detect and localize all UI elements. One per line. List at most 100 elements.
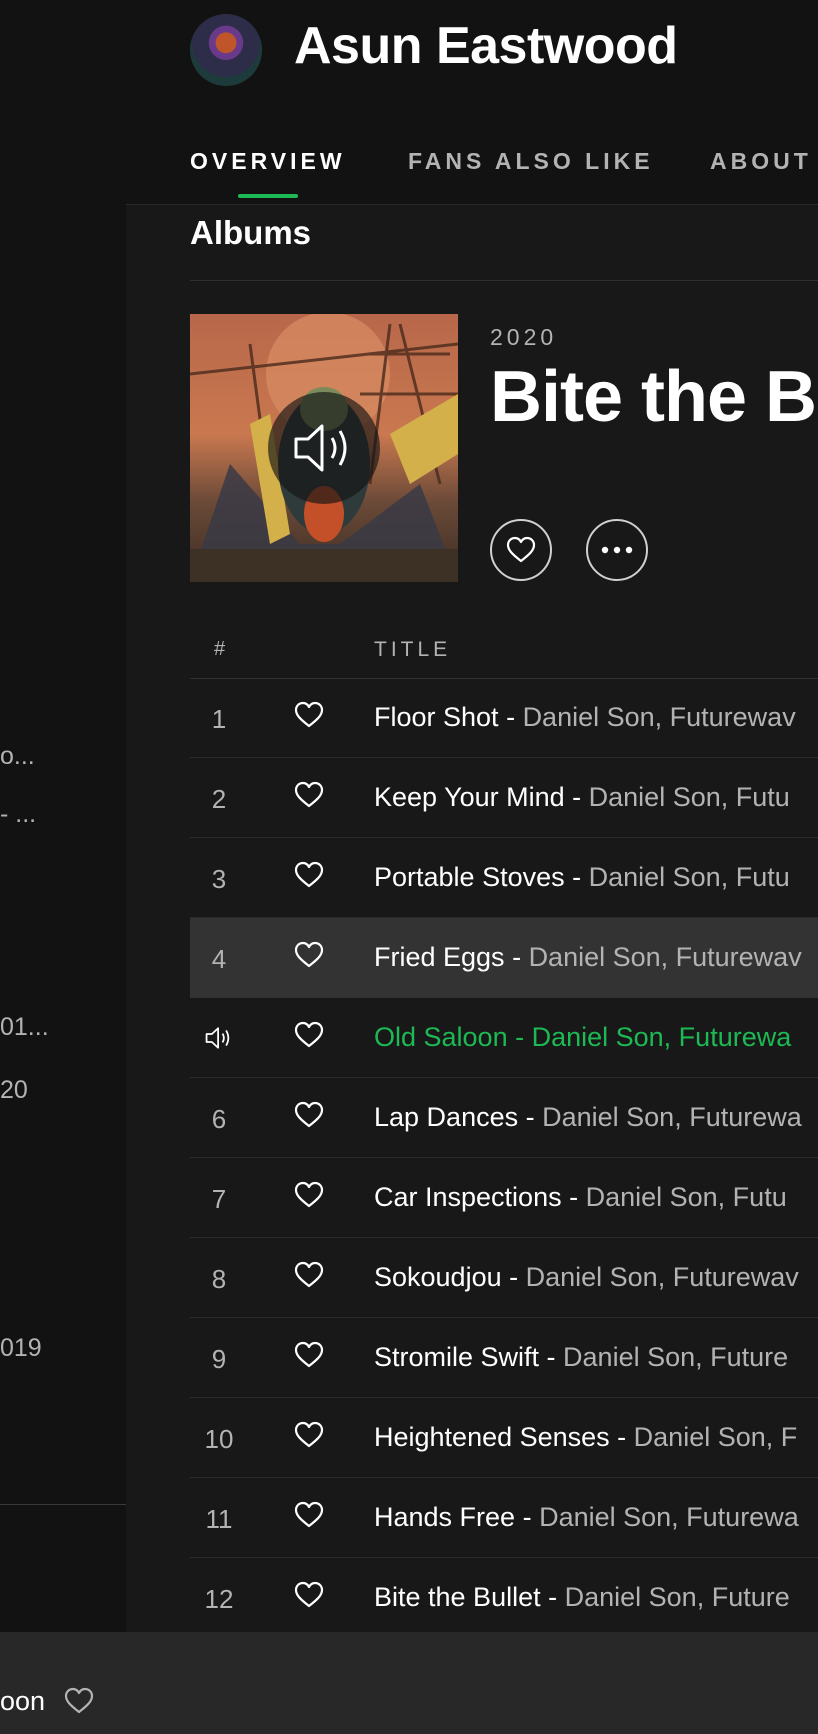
track-number: 11 xyxy=(205,1504,233,1534)
track-name[interactable]: Floor Shot xyxy=(374,702,499,732)
heart-icon[interactable] xyxy=(294,780,324,810)
title-separator: - xyxy=(540,1582,565,1612)
track-number: 2 xyxy=(211,784,227,814)
sidebar-item-label: 019 xyxy=(0,1334,42,1362)
heart-icon[interactable] xyxy=(294,1100,324,1130)
track-number: 7 xyxy=(211,1184,227,1214)
track-artists[interactable]: Daniel Son, Future xyxy=(565,1582,790,1612)
track-title-line: Hands Free - Daniel Son, Futurewa xyxy=(374,1502,799,1533)
track-row[interactable]: Old Saloon - Daniel Son, Futurewa xyxy=(190,998,818,1078)
player-bar xyxy=(0,1632,818,1734)
track-title-line: Heightened Senses - Daniel Son, F xyxy=(374,1422,797,1453)
track-artists[interactable]: Daniel Son, Futurewav xyxy=(523,702,796,732)
title-separator: - xyxy=(498,702,523,732)
heart-icon[interactable] xyxy=(294,1260,324,1290)
heart-icon[interactable] xyxy=(294,860,324,890)
track-name[interactable]: Car Inspections xyxy=(374,1182,562,1212)
heart-icon[interactable] xyxy=(64,1686,94,1716)
track-title-line: Keep Your Mind - Daniel Son, Futu xyxy=(374,782,790,813)
tab-fans-also-like[interactable]: FANS ALSO LIKE xyxy=(408,148,654,175)
track-name[interactable]: Stromile Swift xyxy=(374,1342,539,1372)
title-separator: - xyxy=(515,1502,540,1532)
track-row[interactable]: 8 Sokoudjou - Daniel Son, Futurewav xyxy=(190,1238,818,1318)
album-title[interactable]: Bite the Bu xyxy=(490,356,818,438)
track-name[interactable]: Heightened Senses xyxy=(374,1422,610,1452)
track-number: 1 xyxy=(211,704,227,734)
heart-icon[interactable] xyxy=(294,1500,324,1530)
active-tab-indicator xyxy=(238,194,298,198)
track-title-line: Sokoudjou - Daniel Son, Futurewav xyxy=(374,1262,799,1293)
track-name[interactable]: Old Saloon xyxy=(374,1022,508,1052)
more-dots-icon xyxy=(601,546,633,554)
track-row[interactable]: 6 Lap Dances - Daniel Son, Futurewa xyxy=(190,1078,818,1158)
sidebar-item[interactable]: - ... xyxy=(0,800,120,829)
track-title-line: Lap Dances - Daniel Son, Futurewa xyxy=(374,1102,802,1133)
now-playing-icon xyxy=(190,1024,248,1057)
track-name[interactable]: Sokoudjou xyxy=(374,1262,502,1292)
track-artists[interactable]: Daniel Son, Futurewa xyxy=(542,1102,802,1132)
track-artists[interactable]: Daniel Son, Futurewav xyxy=(526,1262,799,1292)
track-number: 10 xyxy=(204,1424,234,1454)
album-year: 2020 xyxy=(490,324,558,350)
sidebar-divider xyxy=(0,1504,126,1505)
track-name[interactable]: Keep Your Mind xyxy=(374,782,565,812)
track-row[interactable]: 1 Floor Shot - Daniel Son, Futurewav xyxy=(190,678,818,758)
tab-overview[interactable]: OVERVIEW xyxy=(190,148,346,175)
artist-avatar[interactable] xyxy=(190,14,262,86)
title-separator: - xyxy=(518,1102,543,1132)
speaker-icon xyxy=(294,424,347,472)
sidebar-item-label: 20 xyxy=(0,1076,28,1104)
sidebar-item[interactable]: 01... xyxy=(0,1013,120,1042)
track-number: 4 xyxy=(211,944,227,974)
header-divider xyxy=(126,204,818,205)
track-number: 12 xyxy=(204,1584,234,1614)
track-name[interactable]: Portable Stoves xyxy=(374,862,565,892)
track-name[interactable]: Hands Free xyxy=(374,1502,515,1532)
artist-header: Asun Eastwood OVERVIEW FANS ALSO LIKE AB… xyxy=(126,0,818,205)
track-title-line: Portable Stoves - Daniel Son, Futu xyxy=(374,862,790,893)
heart-icon[interactable] xyxy=(294,1340,324,1370)
track-name[interactable]: Bite the Bullet xyxy=(374,1582,541,1612)
heart-icon[interactable] xyxy=(294,1420,324,1450)
track-row[interactable]: 12 Bite the Bullet - Daniel Son, Future xyxy=(190,1558,818,1632)
sidebar-item[interactable]: 20 xyxy=(0,1076,120,1105)
track-row[interactable]: 7 Car Inspections - Daniel Son, Futu xyxy=(190,1158,818,1238)
tab-about[interactable]: ABOUT xyxy=(710,148,812,175)
main-content: Asun Eastwood OVERVIEW FANS ALSO LIKE AB… xyxy=(126,0,818,1632)
track-name[interactable]: Fried Eggs xyxy=(374,942,505,972)
heart-icon[interactable] xyxy=(294,1180,324,1210)
track-row[interactable]: 10 Heightened Senses - Daniel Son, F xyxy=(190,1398,818,1478)
heart-icon[interactable] xyxy=(294,1020,324,1050)
track-artists[interactable]: Daniel Son, Futurewa xyxy=(539,1502,799,1532)
track-artists[interactable]: Daniel Son, Futurewav xyxy=(529,942,802,972)
title-separator: - xyxy=(507,1022,532,1052)
track-row[interactable]: 4 Fried Eggs - Daniel Son, Futurewav xyxy=(190,918,818,998)
track-artists[interactable]: Daniel Son, Futu xyxy=(589,862,790,892)
sidebar-item[interactable]: 019 xyxy=(0,1334,120,1363)
column-header-title: TITLE xyxy=(374,638,452,661)
track-artists[interactable]: Daniel Son, Futu xyxy=(586,1182,787,1212)
heart-icon[interactable] xyxy=(294,1580,324,1610)
column-header-number: # xyxy=(214,638,226,660)
track-artists[interactable]: Daniel Son, F xyxy=(634,1422,798,1452)
title-separator: - xyxy=(564,862,589,892)
save-album-button[interactable] xyxy=(490,519,552,581)
heart-icon[interactable] xyxy=(294,940,324,970)
track-artists[interactable]: Daniel Son, Futu xyxy=(589,782,790,812)
heart-icon[interactable] xyxy=(294,700,324,730)
more-options-button[interactable] xyxy=(586,519,648,581)
title-separator: - xyxy=(504,942,529,972)
track-artists[interactable]: Daniel Son, Future xyxy=(563,1342,788,1372)
track-row[interactable]: 2 Keep Your Mind - Daniel Son, Futu xyxy=(190,758,818,838)
track-row[interactable]: 3 Portable Stoves - Daniel Son, Futu xyxy=(190,838,818,918)
track-name[interactable]: Lap Dances xyxy=(374,1102,518,1132)
player-track-title[interactable]: oon xyxy=(0,1686,45,1717)
track-artists[interactable]: Daniel Son, Futurewa xyxy=(532,1022,792,1052)
section-heading: Albums xyxy=(190,214,312,251)
title-separator: - xyxy=(564,782,589,812)
title-separator: - xyxy=(539,1342,564,1372)
now-playing-overlay[interactable] xyxy=(268,392,380,504)
track-row[interactable]: 11 Hands Free - Daniel Son, Futurewa xyxy=(190,1478,818,1558)
track-row[interactable]: 9 Stromile Swift - Daniel Son, Future xyxy=(190,1318,818,1398)
sidebar-item[interactable]: o... xyxy=(0,742,120,771)
